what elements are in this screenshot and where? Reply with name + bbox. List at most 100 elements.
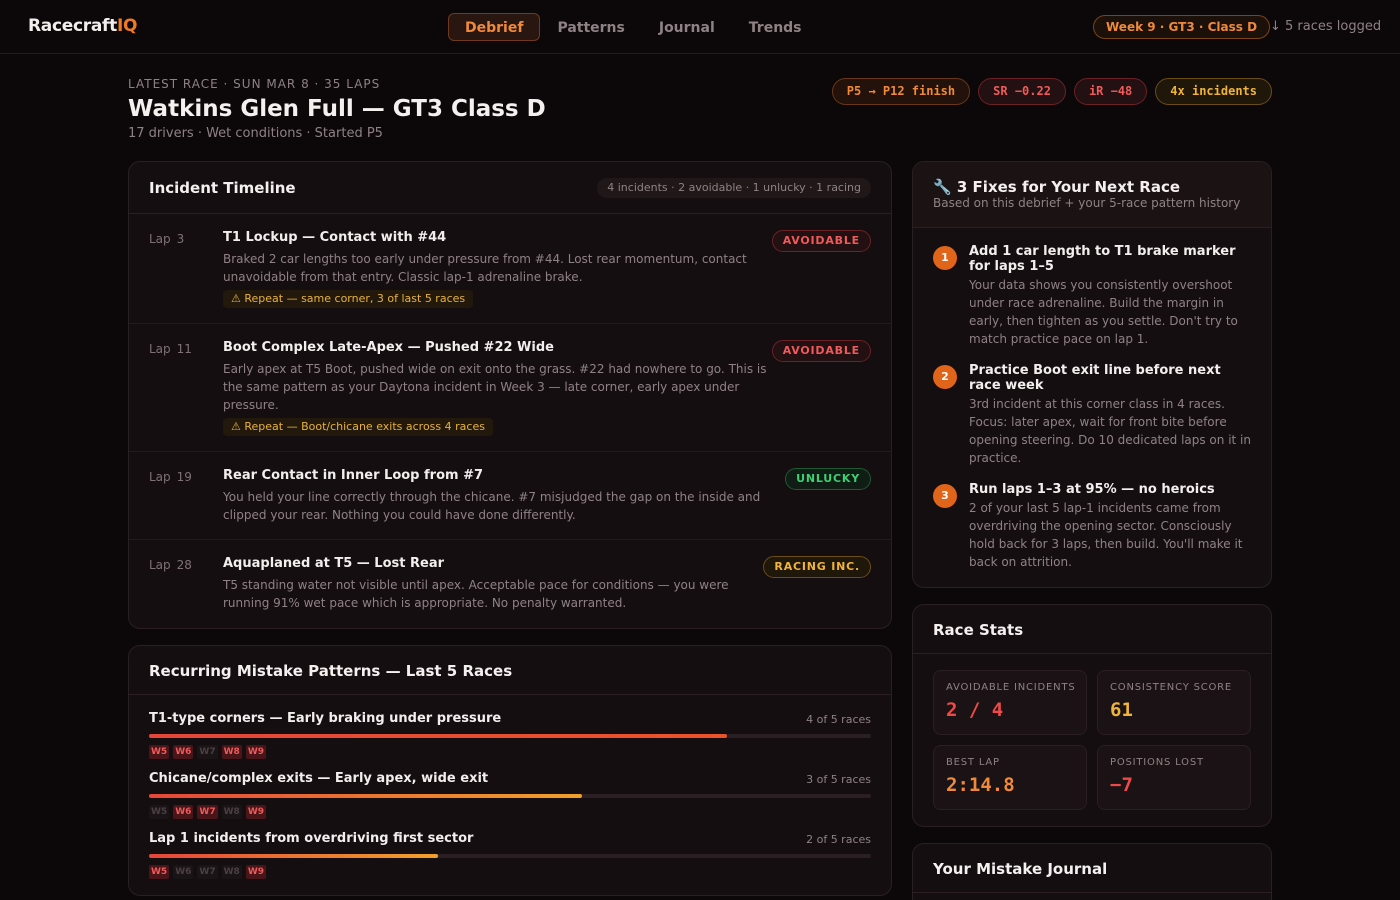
incident-title: Aquaplaned at T5 — Lost Rear (223, 556, 445, 571)
stat-label: AVOIDABLE INCIDENTS (946, 682, 1076, 693)
stat-label: CONSISTENCY SCORE (1110, 682, 1233, 693)
races-logged-status[interactable]: ↓ 5 races logged (1270, 19, 1381, 34)
stats-title: Race Stats (933, 621, 1024, 639)
stats-header: Race Stats (913, 605, 1271, 654)
stat-label: POSITIONS LOST (1110, 757, 1204, 768)
incident-row[interactable]: Lap 3 T1 Lockup — Contact with #44 Braked… (129, 214, 891, 324)
nav-tab-journal[interactable]: Journal (642, 13, 732, 41)
week-marker: W6 (173, 865, 194, 879)
timeline-summary-pill: 4 incidents · 2 avoidable · 1 unlucky · … (597, 178, 871, 198)
incident-description: You held your line correctly through the… (223, 490, 761, 522)
result-chips: P5 → P12 finish SR −0.22 iR −48 4x incid… (831, 78, 1272, 105)
incident-description: Braked 2 car lengths too early under pre… (223, 252, 747, 284)
stat-label: BEST LAP (946, 757, 1000, 768)
fix-description: 2 of your last 5 lap-1 incidents came fr… (969, 501, 1243, 569)
stat-avoidable-incidents: AVOIDABLE INCIDENTS 2 / 4 (933, 670, 1087, 735)
stat-best-lap: BEST LAP 2:14.8 (933, 745, 1087, 810)
week-marker: W9 (245, 805, 267, 819)
pattern-item[interactable]: T1-type corners — Early braking under pr… (149, 711, 871, 763)
week-marker: W8 (221, 745, 242, 759)
pattern-title: Chicane/complex exits — Early apex, wide… (149, 771, 489, 786)
incidents-chip: 4x incidents (1155, 78, 1272, 105)
week-marker: W5 (149, 865, 170, 879)
recurring-patterns-panel: Recurring Mistake Patterns — Last 5 Race… (128, 645, 892, 896)
incident-description: T5 standing water not visible until apex… (223, 578, 729, 610)
incident-row[interactable]: Lap 19 Rear Contact in Inner Loop from #7… (129, 452, 891, 540)
timeline-header: Incident Timeline 4 incidents · 2 avoida… (129, 162, 891, 214)
stat-value: −7 (1110, 774, 1133, 796)
nav-tab-debrief[interactable]: Debrief (448, 13, 541, 41)
pattern-title: T1-type corners — Early braking under pr… (149, 711, 502, 726)
pattern-frequency-bar (149, 854, 871, 858)
week-marker: W9 (245, 865, 267, 879)
page-title: Watkins Glen Full — GT3 Class D (128, 96, 546, 122)
incident-badge-racing: RACING INC. (763, 556, 871, 578)
finish-chip: P5 → P12 finish (831, 78, 971, 105)
incident-badge-avoidable: AVOIDABLE (771, 340, 871, 362)
incident-title: T1 Lockup — Contact with #44 (223, 230, 447, 245)
pattern-frequency-fill (149, 794, 583, 798)
week-markers: W5 W6 W7 W8 W9 (149, 805, 267, 819)
stat-positions-lost: POSITIONS LOST −7 (1097, 745, 1251, 810)
nav-tab-patterns[interactable]: Patterns (540, 13, 641, 41)
repeat-warning-tag: ⚠ Repeat — Boot/chicane exits across 4 r… (223, 418, 493, 436)
pattern-item[interactable]: Lap 1 incidents from overdriving first s… (149, 831, 871, 883)
incident-row[interactable]: Lap 28 Aquaplaned at T5 — Lost Rear T5 st… (129, 540, 891, 628)
safety-rating-chip: SR −0.22 (978, 78, 1066, 105)
incident-lap: Lap 19 (149, 470, 192, 484)
incident-lap: Lap 28 (149, 558, 192, 572)
stat-consistency-score: CONSISTENCY SCORE 61 (1097, 670, 1251, 735)
week-marker: W9 (245, 745, 267, 759)
patterns-header: Recurring Mistake Patterns — Last 5 Race… (129, 646, 891, 695)
stat-value: 2:14.8 (946, 774, 1015, 796)
pattern-frequency-bar (149, 794, 871, 798)
race-subtitle: 17 drivers · Wet conditions · Started P5 (128, 126, 383, 141)
pattern-frequency-bar (149, 734, 871, 738)
race-eyebrow: LATEST RACE · SUN MAR 8 · 35 LAPS (128, 77, 381, 91)
fixes-header: 🔧 3 Fixes for Your Next Race Based on th… (913, 162, 1271, 228)
logo-main-text: Racecraft (28, 16, 117, 36)
week-marker: W8 (221, 805, 242, 819)
pattern-frequency-fill (149, 734, 727, 738)
mistake-journal-panel: Your Mistake Journal (912, 843, 1272, 900)
irating-chip: iR −48 (1073, 78, 1148, 105)
timeline-title: Incident Timeline (149, 179, 296, 197)
incident-lap: Lap 11 (149, 342, 192, 356)
incident-badge-unlucky: UNLUCKY (785, 468, 871, 490)
race-stats-panel: Race Stats AVOIDABLE INCIDENTS 2 / 4 CON… (912, 604, 1272, 827)
incident-row[interactable]: Lap 11 Boot Complex Late-Apex — Pushed #2… (129, 324, 891, 452)
main-nav: Debrief Patterns Journal Trends (448, 13, 819, 41)
week-markers: W5 W6 W7 W8 W9 (149, 745, 267, 759)
week-marker: W7 (197, 745, 218, 759)
week-selector-pill[interactable]: Week 9 · GT3 · Class D (1093, 15, 1271, 39)
fix-description: 3rd incident at this corner class in 4 r… (969, 397, 1251, 465)
pattern-count: 4 of 5 races (806, 713, 871, 726)
week-marker: W7 (197, 865, 218, 879)
top-navigation-bar: RacecraftIQ Debrief Patterns Journal Tre… (0, 0, 1400, 54)
nav-tab-trends[interactable]: Trends (732, 13, 819, 41)
patterns-title: Recurring Mistake Patterns — Last 5 Race… (149, 662, 513, 680)
incident-lap: Lap 3 (149, 232, 185, 246)
pattern-item[interactable]: Chicane/complex exits — Early apex, wide… (149, 771, 871, 823)
repeat-warning-tag: ⚠ Repeat — same corner, 3 of last 5 race… (223, 290, 474, 308)
pattern-count: 3 of 5 races (806, 773, 871, 786)
week-marker: W5 (149, 745, 170, 759)
fix-number-badge: 1 (933, 246, 957, 270)
fix-number-badge: 3 (933, 484, 957, 508)
incident-title: Rear Contact in Inner Loop from #7 (223, 468, 484, 483)
incident-badge-avoidable: AVOIDABLE (771, 230, 871, 252)
week-marker: W7 (197, 805, 218, 819)
week-marker: W5 (149, 805, 170, 819)
incident-description: Early apex at T5 Boot, pushed wide on ex… (223, 362, 767, 412)
logo-accent-text: IQ (116, 16, 138, 36)
week-marker: W6 (173, 745, 194, 759)
journal-header: Your Mistake Journal (913, 844, 1271, 893)
fix-title: Add 1 car length to T1 brake marker for … (969, 244, 1236, 274)
next-race-fixes-panel: 🔧 3 Fixes for Your Next Race Based on th… (912, 161, 1272, 588)
stat-value: 2 / 4 (946, 699, 1004, 721)
fix-title: Run laps 1–3 at 95% — no heroics (969, 482, 1215, 497)
week-marker: W8 (221, 865, 242, 879)
week-marker: W6 (173, 805, 194, 819)
app-logo[interactable]: RacecraftIQ (28, 16, 137, 36)
incident-title: Boot Complex Late-Apex — Pushed #22 Wide (223, 340, 554, 355)
